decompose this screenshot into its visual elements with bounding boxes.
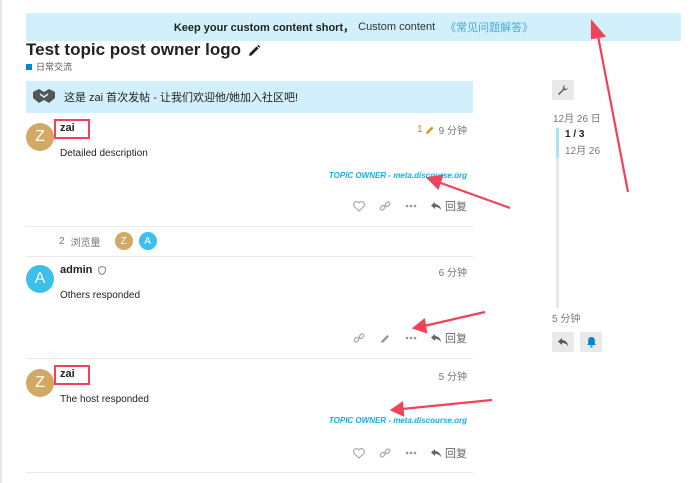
admin-wrench-button[interactable]	[552, 80, 574, 100]
page-left-border	[0, 0, 2, 483]
reply-button[interactable]: 回复	[430, 330, 467, 346]
post-time[interactable]: 5 分钟	[439, 368, 467, 383]
more-icon[interactable]	[404, 331, 418, 345]
pencil-icon[interactable]	[378, 331, 392, 345]
post-meta: 1 9 分钟	[417, 122, 467, 137]
handshake-icon	[32, 87, 56, 108]
shield-icon	[98, 265, 107, 275]
link-icon[interactable]	[352, 331, 366, 345]
category-color-square	[26, 63, 32, 70]
reply-icon	[558, 338, 568, 347]
post-time[interactable]: 6 分钟	[439, 264, 467, 279]
timeline-handle[interactable]	[556, 128, 559, 158]
post-actions: 回复	[352, 198, 467, 214]
highlight-box	[54, 119, 90, 139]
more-icon[interactable]	[404, 446, 418, 460]
reply-label: 回复	[445, 448, 467, 460]
custom-banner: Keep your custom content short， Custom c…	[26, 13, 681, 41]
participant-avatar[interactable]: A	[138, 232, 157, 250]
post-body: The host responded	[60, 394, 149, 405]
post-divider	[26, 256, 473, 257]
notification-button[interactable]	[580, 332, 602, 352]
bell-icon	[586, 337, 596, 348]
edit-history-button[interactable]: 1	[417, 124, 435, 135]
topic-title-text: Test topic post owner logo	[26, 40, 242, 59]
link-icon[interactable]	[378, 446, 392, 460]
reply-label: 回复	[445, 333, 467, 345]
first-post-notice: 这是 zai 首次发帖 - 让我们欢迎他/她加入社区吧!	[26, 81, 473, 113]
post-divider	[26, 226, 473, 227]
timeline-reply-button[interactable]	[552, 332, 574, 352]
topic-title: Test topic post owner logo	[26, 40, 261, 60]
username-row: admin	[60, 264, 107, 276]
post-body: Others responded	[60, 290, 141, 301]
edit-count: 1	[417, 124, 423, 135]
post-2: A admin 6 分钟 Others responded 回复	[26, 262, 473, 352]
reply-icon	[431, 449, 441, 458]
category-name: 日常交流	[36, 62, 73, 72]
participant-avatar[interactable]: Z	[114, 232, 133, 250]
reply-button[interactable]: 回复	[430, 198, 467, 214]
post-time[interactable]: 9 分钟	[439, 122, 467, 137]
reply-icon	[431, 334, 441, 343]
topic-owner-tag: TOPIC OWNER - meta.discourse.org	[328, 171, 467, 180]
views-label: 浏览量	[70, 237, 101, 249]
avatar[interactable]: Z	[26, 369, 54, 397]
banner-strong-text: Keep your custom content short，	[173, 22, 355, 34]
wrench-icon	[558, 85, 568, 95]
more-icon[interactable]	[404, 199, 418, 213]
views-count: 2	[59, 235, 65, 247]
post-actions: 回复	[352, 330, 467, 346]
post-body: Detailed description	[60, 148, 148, 159]
category-badge[interactable]: 日常交流	[26, 60, 72, 73]
reply-button[interactable]: 回复	[430, 445, 467, 461]
like-icon[interactable]	[352, 199, 366, 213]
post-meta: 6 分钟	[439, 264, 467, 279]
topic-views: 2 浏览量 Z A	[59, 232, 157, 250]
like-icon[interactable]	[352, 446, 366, 460]
pencil-icon	[425, 126, 434, 134]
post-divider	[26, 358, 473, 359]
post-actions: 回复	[352, 445, 467, 461]
avatar[interactable]: A	[26, 265, 54, 293]
annotation-arrow	[590, 19, 630, 193]
post-meta: 5 分钟	[439, 368, 467, 383]
timeline-end-date[interactable]: 5 分钟	[552, 310, 580, 325]
reply-label: 回复	[445, 201, 467, 213]
timeline-position: 1 / 3	[565, 129, 585, 140]
timeline-start-date[interactable]: 12月 26 日	[553, 110, 601, 125]
banner-text: Custom content	[358, 21, 436, 33]
post-1: Z zai 1 9 分钟 Detailed description TOPIC …	[26, 119, 473, 220]
first-post-notice-text: 这是 zai 首次发帖 - 让我们欢迎他/她加入社区吧!	[64, 92, 299, 104]
timeline-position-date: 12月 26	[565, 146, 601, 157]
username[interactable]: admin	[60, 264, 92, 276]
pencil-icon[interactable]	[247, 43, 261, 57]
banner-faq-link[interactable]: 《常见问题解答》	[445, 19, 533, 35]
highlight-box	[54, 365, 90, 385]
reply-icon	[431, 202, 441, 211]
post-3: Z zai 5 分钟 The host responded TOPIC OWNE…	[26, 365, 473, 466]
topic-owner-tag: TOPIC OWNER - meta.discourse.org	[328, 416, 467, 425]
link-icon[interactable]	[378, 199, 392, 213]
avatar[interactable]: Z	[26, 123, 54, 151]
post-divider	[26, 472, 473, 473]
